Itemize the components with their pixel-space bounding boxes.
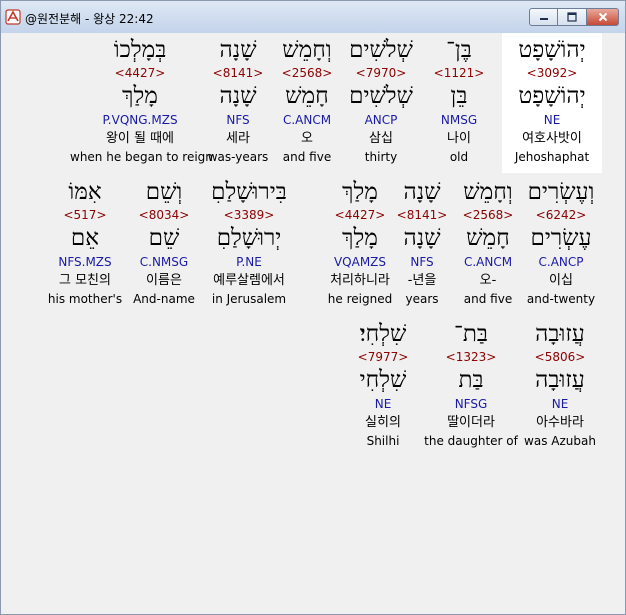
parsing-code: NE — [543, 113, 561, 127]
parsing-code: VQAMZS — [333, 255, 387, 269]
app-window: @원전분해 - 왕상 22:42 יְהוֹשָׁפָט <3092> יְהוֹש… — [0, 0, 626, 615]
interlinear-panel: יְהוֹשָׁפָט <3092> יְהוֹשָׁפָט NE 여호사밧이 Jehos… — [5, 33, 621, 611]
hebrew-word: מָלַךְ — [342, 179, 378, 205]
minimize-button[interactable] — [529, 8, 558, 26]
hebrew-word: שִׁלְחִי׃ — [359, 321, 407, 347]
word-block[interactable]: מָלַךְ <4427> מָלַךְ VQAMZS 처리하니라 he reigned — [310, 175, 410, 315]
english-gloss: he reigned — [327, 292, 393, 306]
korean-gloss: 아수바라 — [536, 415, 584, 430]
hebrew-lemma: שִׁלְחִי — [359, 367, 407, 393]
maximize-icon — [567, 12, 577, 22]
word-block[interactable]: בְּמָלְכוֹ <4427> מָלַךְ P.VQNG.MZS 왕이 될 때에 w… — [70, 33, 213, 173]
strong-number: <4427> — [334, 208, 386, 222]
english-gloss: was Azubah — [524, 434, 596, 448]
window-controls — [529, 8, 619, 26]
english-gloss: the daughter of — [424, 434, 518, 448]
korean-gloss: 왕이 될 때에 — [105, 131, 175, 146]
english-gloss: Shilhi — [366, 434, 400, 448]
word-block[interactable]: בִּירוּשָׁלַםִ <3389> יְרוּשָׁלַםִ P.NE 예루살렘… — [199, 175, 299, 315]
hebrew-word: בַּת־ — [454, 321, 488, 347]
close-button[interactable] — [587, 8, 619, 26]
word-block[interactable]: יְהוֹשָׁפָט <3092> יְהוֹשָׁפָט NE 여호사밧이 Jehos… — [502, 33, 602, 173]
hebrew-lemma: יְהוֹשָׁפָט — [518, 83, 586, 109]
hebrew-word: בְּמָלְכוֹ — [113, 37, 167, 63]
korean-gloss: 딸이더라 — [447, 415, 495, 430]
hebrew-lemma: עֲזוּבָה — [535, 367, 585, 393]
korean-gloss: 예루살렘에서 — [213, 273, 285, 288]
hebrew-word: יְהוֹשָׁפָט — [518, 37, 586, 63]
english-gloss: his mother's — [47, 292, 123, 306]
strong-number: <3092> — [526, 66, 578, 80]
app-logo-icon — [5, 9, 21, 25]
korean-gloss: 그 모친의 — [59, 273, 111, 288]
title-bar[interactable]: @원전분해 - 왕상 22:42 — [1, 1, 625, 33]
korean-gloss: 처리하니라 — [330, 273, 390, 288]
minimize-icon — [539, 18, 548, 20]
parsing-code: NE — [551, 397, 569, 411]
strong-number: <7977> — [357, 350, 409, 364]
hebrew-word: בִּירוּשָׁלַםִ — [211, 179, 287, 205]
english-gloss: in Jerusalem — [211, 292, 287, 306]
window-title: @원전분해 - 왕상 22:42 — [25, 12, 154, 26]
word-block[interactable]: בַּת־ <1323> בַּת NFSG 딸이더라 the daughter of — [421, 317, 521, 457]
hebrew-word: עֲזוּבָה — [535, 321, 585, 347]
english-gloss: Jehoshaphat — [514, 150, 590, 164]
word-block[interactable]: שִׁלְחִי׃ <7977> שִׁלְחִי NE 실히의 Shilhi — [333, 317, 433, 457]
hebrew-lemma: מָלַךְ — [122, 83, 158, 109]
strong-number: <5806> — [534, 350, 586, 364]
parsing-code: P.NE — [236, 255, 262, 269]
close-icon — [598, 12, 607, 22]
parsing-code: NE — [374, 397, 392, 411]
strong-number: <1323> — [445, 350, 497, 364]
korean-gloss: 여호사밧이 — [522, 131, 582, 146]
parsing-code: NFS.MZS — [58, 255, 112, 269]
korean-gloss: 실히의 — [365, 415, 401, 430]
word-block[interactable]: עֲזוּבָה <5806> עֲזוּבָה NE 아수바라 was Azubah — [510, 317, 610, 457]
maximize-button[interactable] — [558, 8, 587, 26]
hebrew-lemma: בַּת — [458, 367, 484, 393]
hebrew-word: אִמּוֹ — [68, 179, 102, 205]
hebrew-lemma: אֵם — [70, 225, 100, 251]
hebrew-lemma: מָלַךְ — [342, 225, 378, 251]
strong-number: <517> — [63, 208, 107, 222]
word-block[interactable]: אִמּוֹ <517> אֵם NFS.MZS 그 모친의 his mother's — [35, 175, 135, 315]
english-gloss: when he began to reign — [70, 150, 213, 164]
parsing-code: P.VQNG.MZS — [102, 113, 178, 127]
parsing-code: NFSG — [454, 397, 488, 411]
hebrew-lemma: יְרוּשָׁלַםִ — [216, 225, 282, 251]
strong-number: <3389> — [223, 208, 275, 222]
strong-number: <4427> — [114, 66, 166, 80]
